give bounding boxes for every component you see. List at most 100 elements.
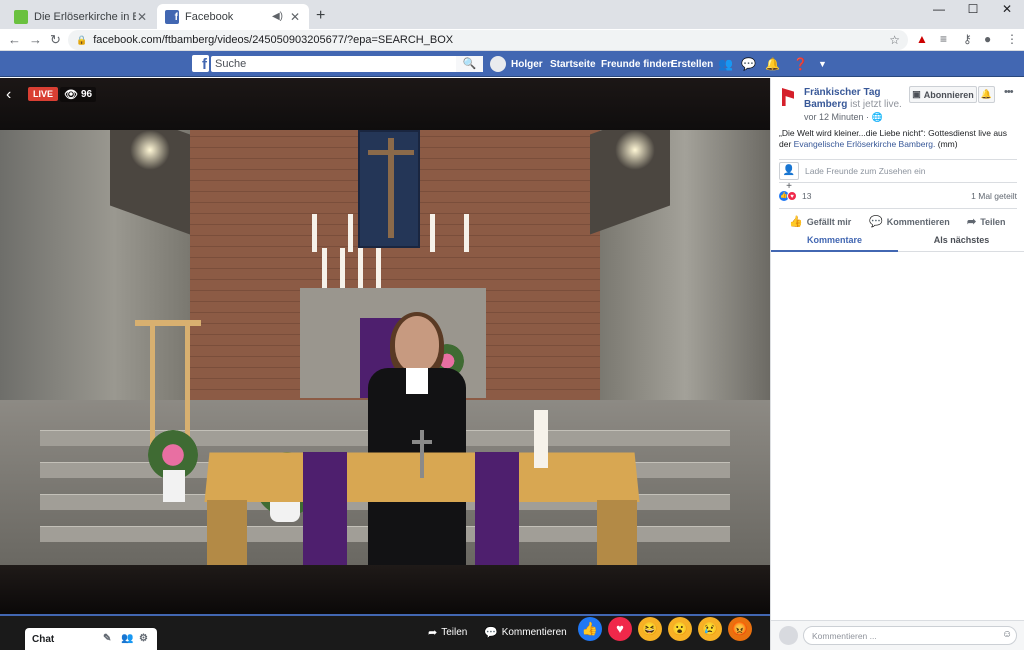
reaction-count[interactable]: 13 <box>802 191 811 201</box>
address-bar[interactable]: 🔒 facebook.com/ftbamberg/videos/24505090… <box>68 30 908 50</box>
video-player[interactable]: ‹ LIVE 👁 96 <box>0 78 770 616</box>
help-icon[interactable]: ❓ <box>793 57 808 71</box>
comment-icon: 💬 <box>484 627 498 639</box>
post-time: vor 12 Minuten · 🌐 <box>804 112 883 122</box>
share-label: Teilen <box>441 627 468 638</box>
profile-icon[interactable]: ● <box>984 32 991 46</box>
minimize-button[interactable]: — <box>922 0 956 20</box>
compose-icon[interactable]: ✎ <box>103 633 111 644</box>
close-tab-icon[interactable]: ✕ <box>136 10 148 24</box>
notifications-icon[interactable]: 🔔 <box>765 57 780 71</box>
maximize-button[interactable]: ☐ <box>956 0 990 20</box>
share-button[interactable]: ➦ Teilen <box>967 215 1006 228</box>
pdf-extension-icon[interactable]: ▲ <box>916 32 928 46</box>
messenger-icon[interactable]: 💬 <box>741 57 756 71</box>
forward-arrow-icon[interactable]: → <box>29 32 42 47</box>
reading-list-icon[interactable]: ≡ <box>940 32 947 46</box>
comment-button[interactable]: 💬 Kommentieren <box>484 626 567 639</box>
gear-icon[interactable]: ⚙ <box>139 633 148 644</box>
close-tab-icon[interactable]: ✕ <box>289 10 301 24</box>
tab-title: Die Erlöserkirche in Bamberg ist <box>34 10 136 23</box>
wow-reaction-icon[interactable]: 😮 <box>668 617 692 641</box>
comment-input[interactable] <box>803 626 1017 645</box>
comment-button[interactable]: 💬 Kommentieren <box>869 215 950 228</box>
tab-comments[interactable]: Kommentare <box>771 235 898 252</box>
invite-friends-row[interactable]: 👤+ Lade Freunde zum Zusehen ein <box>779 159 1017 192</box>
avatar <box>779 626 798 645</box>
profile-link[interactable]: Holger <box>490 56 543 72</box>
video-letterbox-bottom <box>0 565 770 616</box>
purple-runner <box>303 452 347 565</box>
chat-bar[interactable]: Chat ✎ 👥 ⚙ <box>25 628 157 650</box>
table-cross <box>420 430 424 478</box>
facebook-header: f 🔍 Holger Startseite Freunde finden Ers… <box>0 51 1024 77</box>
like-button[interactable]: 👍 Gefällt mir <box>789 215 851 228</box>
browser-toolbar: ← → ↻ 🔒 facebook.com/ftbamberg/videos/24… <box>0 29 1024 51</box>
haha-reaction-icon[interactable]: 😆 <box>638 617 662 641</box>
url-text: facebook.com/ftbamberg/videos/2450509032… <box>93 34 454 46</box>
thumbs-up-icon: 👍 <box>789 216 803 228</box>
table-legs <box>207 500 637 565</box>
viewer-count: 👁 96 <box>60 87 97 102</box>
close-window-button[interactable]: ✕ <box>990 0 1024 20</box>
window-controls: — ☐ ✕ <box>922 0 1024 20</box>
menu-icon[interactable]: ⋮ <box>1006 32 1018 46</box>
bookmark-star-icon[interactable]: ☆ <box>889 33 900 47</box>
candle <box>312 214 317 252</box>
share-button[interactable]: ➦ Teilen <box>428 626 467 639</box>
reload-icon[interactable]: ↻ <box>50 32 61 48</box>
page-logo[interactable] <box>779 86 799 108</box>
angry-reaction-icon[interactable]: 😡 <box>728 617 752 641</box>
page-name: Fränkischer Tag Bamberg ist jetzt live. <box>804 87 904 111</box>
back-arrow-icon[interactable]: ← <box>8 32 21 47</box>
candle <box>322 248 327 288</box>
table-candle <box>534 410 548 468</box>
subscribe-label: Abonnieren <box>923 89 974 100</box>
search-input[interactable] <box>211 56 483 72</box>
user-name: Holger <box>511 58 543 70</box>
speaker-icon[interactable]: ◀) <box>272 11 283 22</box>
video-letterbox-top <box>0 78 770 130</box>
facebook-favicon-icon: f <box>165 9 179 24</box>
tab-up-next[interactable]: Als nächstes <box>898 235 1024 252</box>
notification-bell-icon[interactable]: 🔔 <box>978 86 995 103</box>
love-reaction-icon[interactable]: ♥ <box>608 617 632 641</box>
candle <box>340 248 345 288</box>
church-link[interactable]: Evangelische Erlöserkirche Bamberg. <box>794 139 936 149</box>
candle <box>464 214 469 252</box>
sad-reaction-icon[interactable]: 😢 <box>698 617 722 641</box>
candle <box>348 214 353 252</box>
emoji-icon[interactable]: ☺ <box>1002 629 1012 640</box>
more-options-icon[interactable]: ••• <box>1004 86 1014 98</box>
browser-tab-facebook[interactable]: f Facebook ◀) ✕ <box>157 4 309 29</box>
video-frame <box>0 130 770 565</box>
find-friends-link[interactable]: Freunde finden <box>601 59 673 70</box>
friends-icon[interactable]: 👥 <box>718 57 733 71</box>
purple-runner <box>475 452 519 565</box>
dropdown-icon[interactable]: ▼ <box>818 59 827 69</box>
browser-tabstrip: Die Erlöserkirche in Bamberg ist ✕ f Fac… <box>0 0 1024 29</box>
new-tab-button[interactable]: + <box>316 7 325 25</box>
reaction-stats: 👍 ♥ 13 1 Mal geteilt <box>779 190 1017 204</box>
share-count[interactable]: 1 Mal geteilt <box>971 191 1017 201</box>
browser-tab-erloeserkirche[interactable]: Die Erlöserkirche in Bamberg ist ✕ <box>6 4 156 29</box>
back-icon[interactable]: ‹ <box>6 86 11 104</box>
home-link[interactable]: Startseite <box>550 59 596 70</box>
right-lamp <box>615 130 655 170</box>
globe-icon: 🌐 <box>871 112 883 122</box>
key-icon[interactable]: ⚷ <box>963 32 972 46</box>
search-icon[interactable]: 🔍 <box>456 56 483 72</box>
subscribe-button[interactable]: ▣ Abonnieren <box>909 86 977 103</box>
post-actions: 👍 Gefällt mir 💬 Kommentieren ➦ Teilen <box>779 208 1017 232</box>
page-favicon-icon <box>14 9 28 24</box>
comment-label: Kommentieren <box>501 627 567 638</box>
eye-icon: 👁 <box>64 89 78 101</box>
facebook-logo-icon[interactable]: f <box>192 55 209 73</box>
group-icon[interactable]: 👥 <box>121 633 133 644</box>
table-cross-bar <box>412 440 432 444</box>
create-link[interactable]: Erstellen <box>671 59 713 70</box>
subscribe-icon: ▣ <box>912 89 921 99</box>
like-reaction-icon[interactable]: 👍 <box>578 617 602 641</box>
live-status: ist jetzt live. <box>850 99 902 110</box>
invite-text: Lade Freunde zum Zusehen ein <box>805 166 926 176</box>
